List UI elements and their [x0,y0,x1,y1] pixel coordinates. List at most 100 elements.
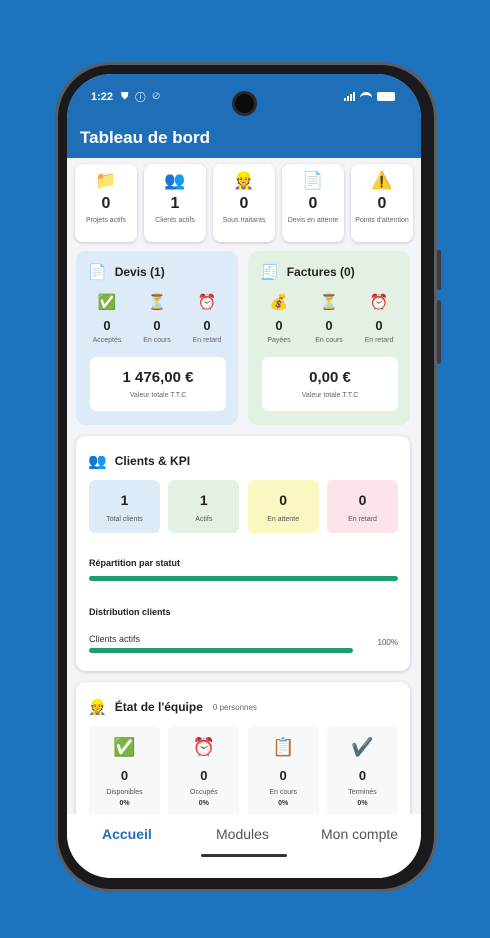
invoices-late: ⏰ 0 En retard [356,293,402,344]
kpi-pending[interactable]: 0 En attente [247,480,319,533]
team-percent: 0% [278,800,289,807]
money-bag-icon: 💰 [269,294,289,311]
power-button [437,300,441,364]
stat-label: Clients actifs [155,217,195,224]
status-system-icons [344,91,395,101]
worker-icon: 👷 [88,699,107,716]
alarm-icon: ⏰ [197,294,217,311]
stat-label: Devis en attente [287,217,339,224]
kpi-label: Total clients [106,516,143,523]
quotes-panel[interactable]: 📄 Devis (1) ✅ 0 Acceptés ⏳ 0 En cours ⏰ … [76,251,238,425]
stat-label: Points d'attention [355,217,409,224]
stat-value: 1 [170,195,180,212]
invoices-paid-value: 0 [275,318,283,333]
nav-home[interactable]: Accueil [102,826,152,842]
people-icon: 👥 [164,171,186,190]
worker-icon: 👷 [233,171,255,190]
invoices-header: 🧾 Factures (0) [260,263,355,281]
nav-account[interactable]: Mon compte [321,826,398,842]
alarm-icon: ⏰ [369,294,389,311]
quotes-total-label: Valeur totale T.T.C [129,392,187,399]
kpi-label: En attente [267,516,300,523]
stats-row: 📁 0 Projets actifs 👥 1 Clients actifs 👷 … [75,164,413,242]
quotes-status-row: ✅ 0 Acceptés ⏳ 0 En cours ⏰ 0 En retard [84,293,230,344]
team-value: 0 [358,768,367,783]
team-label: Terminés [348,789,377,796]
invoices-title: Factures (0) [286,265,355,279]
stat-value: 0 [377,195,387,212]
quotes-accepted-value: 0 [103,318,111,333]
team-percent: 0% [357,800,368,807]
team-in-progress[interactable]: 📋 0 En cours 0% [247,726,319,814]
status-distribution-label: Répartition par statut [89,558,181,568]
quotes-late-value: 0 [203,318,211,333]
stat-card-attention-points[interactable]: ⚠️ 0 Points d'attention [351,164,413,242]
team-status-row: ✅ 0 Disponibles 0% ⏰ 0 Occupés 0% 📋 0 En… [89,726,398,814]
team-status-card[interactable]: 👷 État de l'équipe 0 personnes ✅ 0 Dispo… [76,682,410,814]
invoices-status-row: 💰 0 Payées ⏳ 0 En cours ⏰ 0 En retard [256,293,402,344]
document-icon: 📄 [88,264,107,281]
nav-modules[interactable]: Modules [216,826,269,842]
hourglass-icon: ⏳ [147,294,167,311]
kpi-total-clients[interactable]: 1 Total clients [89,480,160,533]
team-percent: 0% [198,800,209,807]
quotes-accepted: ✅ 0 Acceptés [84,293,130,344]
receipt-icon: 🧾 [260,264,279,281]
team-available[interactable]: ✅ 0 Disponibles 0% [89,726,160,814]
hourglass-icon: ⏳ [319,294,339,311]
team-busy[interactable]: ⏰ 0 Occupés 0% [168,726,240,814]
quotes-in-progress-value: 0 [153,318,161,333]
team-label: En cours [269,789,297,796]
check-icon: ✅ [97,294,117,311]
stat-card-clients[interactable]: 👥 1 Clients actifs [144,164,206,242]
clients-kpi-title: Clients & KPI [114,454,191,468]
battery-icon [377,91,395,101]
stat-card-pending-quotes[interactable]: 📄 0 Devis en attente [282,164,344,242]
team-value: 0 [200,768,208,783]
invoices-total-box: 0,00 € Valeur totale T.T.C [262,357,398,411]
stat-value: 0 [239,195,249,212]
team-value: 0 [120,768,129,783]
invoices-total-label: Valeur totale T.T.C [301,392,359,399]
check-icon: ✅ [113,737,136,757]
invoices-in-progress-value: 0 [325,318,333,333]
clipboard-icon: 📋 [271,737,295,757]
invoices-panel[interactable]: 🧾 Factures (0) 💰 0 Payées ⏳ 0 En cours ⏰… [248,251,410,425]
volume-button [437,250,441,290]
quotes-in-progress: ⏳ 0 En cours [134,293,180,344]
stat-card-subcontractors[interactable]: 👷 0 Sous traitants [213,164,275,242]
bottom-nav: Accueil Modules Mon compte [67,814,421,878]
dashboard-content[interactable]: 📁 0 Projets actifs 👥 1 Clients actifs 👷 … [67,158,421,814]
team-status-title: État de l'équipe [114,700,203,714]
quotes-total-box: 1 476,00 € Valeur totale T.T.C [90,357,226,411]
kpi-value: 1 [120,492,129,508]
warning-icon: ⚠️ [371,171,393,190]
status-distribution-bar [89,576,398,581]
wifi-icon [360,91,372,101]
invoices-late-label: En retard [364,337,394,344]
quotes-in-progress-label: En cours [143,337,171,344]
clients-kpi-card[interactable]: 👥 Clients & KPI 1 Total clients 1 Actifs… [76,436,410,671]
signal-icon [344,91,355,101]
quotes-late: ⏰ 0 En retard [184,293,230,344]
app-bar: Tableau de bord [67,120,421,158]
stat-value: 0 [308,195,318,212]
team-finished[interactable]: ✔️ 0 Terminés 0% [326,726,398,814]
people-icon: 👥 [88,453,107,470]
active-clients-label: Clients actifs [89,634,141,644]
team-percent: 0% [119,800,130,807]
stat-card-projects[interactable]: 📁 0 Projets actifs [75,164,137,242]
active-clients-percent: 100% [377,638,398,647]
kpi-value: 1 [199,492,208,508]
kpi-late[interactable]: 0 En retard [326,480,398,533]
kpi-active[interactable]: 1 Actifs [168,480,240,533]
invoices-in-progress-label: En cours [315,337,343,344]
invoices-paid: 💰 0 Payées [256,293,302,344]
invoices-total-amount: 0,00 € [309,369,351,386]
page-title: Tableau de bord [80,128,211,147]
status-bar: 1:22 ⛊ ⓘ ⊘ [67,74,421,120]
home-indicator[interactable] [201,854,287,857]
client-distribution-label: Distribution clients [89,607,171,617]
phone-screen: 1:22 ⛊ ⓘ ⊘ Tableau de bord 📁 0 Projets a… [67,74,421,878]
team-label: Disponibles [106,789,143,796]
